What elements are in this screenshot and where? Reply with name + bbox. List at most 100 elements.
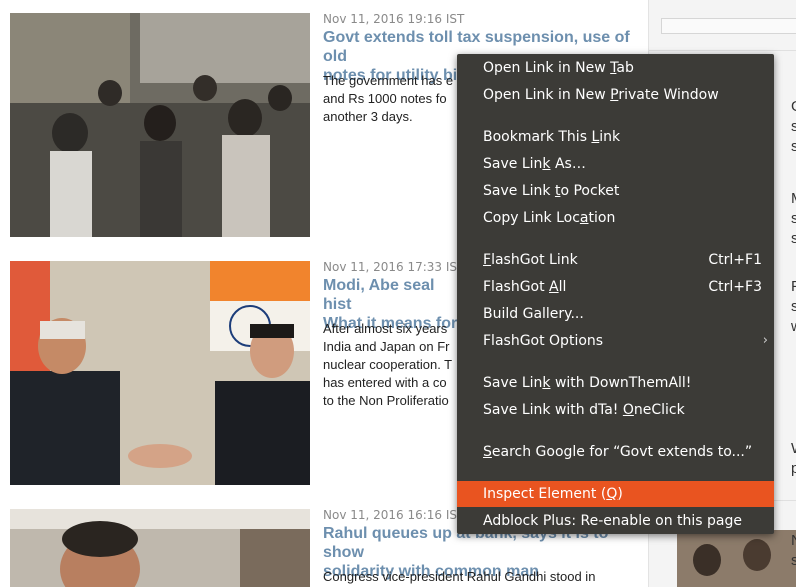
menu-label: Bookmark This Link <box>483 124 620 150</box>
summary-line: The government has e <box>323 73 454 88</box>
menu-item-save-dta-oneclick[interactable]: Save Link with dTa! OneClick <box>457 397 774 423</box>
sidebar-text: s <box>791 298 796 315</box>
access-key: k <box>542 156 551 172</box>
sidebar-text: G <box>791 98 796 115</box>
label-text: o Pocket <box>560 183 620 199</box>
article-2-timestamp: Nov 11, 2016 17:33 IST <box>323 260 465 274</box>
label-text: neClick <box>633 402 685 418</box>
context-menu: Open Link in New Tab Open Link in New Pr… <box>457 54 774 534</box>
menu-item-open-private-window[interactable]: Open Link in New Private Window <box>457 82 774 108</box>
label-text: Save Link with dTa! <box>483 402 623 418</box>
label-text: Inspect Element ( <box>483 486 607 502</box>
article-3-thumbnail[interactable] <box>10 509 310 587</box>
news-page: Nov 11, 2016 19:16 IST Govt extends toll… <box>0 0 796 587</box>
menu-label: Open Link in New Tab <box>483 55 634 81</box>
article-2-headline-line1[interactable]: Modi, Abe seal hist <box>323 276 463 314</box>
menu-item-build-gallery[interactable]: Build Gallery... <box>457 301 774 327</box>
divider <box>649 50 796 51</box>
label-text: ll <box>558 279 567 295</box>
article-1-thumbnail[interactable] <box>10 13 310 237</box>
article-2-summary: After almost six years India and Japan o… <box>323 320 452 410</box>
menu-label: Build Gallery... <box>483 301 584 327</box>
crowd-queue-image <box>10 13 310 237</box>
sidebar-text: p <box>791 460 796 477</box>
menu-item-adblock-reenable[interactable]: Adblock Plus: Re-enable on this page <box>457 508 774 534</box>
sidebar-text: s <box>791 138 796 155</box>
article-3-summary: Congress vice-president Rahul Gandhi sto… <box>323 568 595 586</box>
article-1-summary: The government has e and Rs 1000 notes f… <box>323 72 453 126</box>
summary-line: nuclear cooperation. T <box>323 357 453 372</box>
menu-item-save-downthemall[interactable]: Save Link with DownThemAll! <box>457 370 774 396</box>
menu-label: FlashGot Options <box>483 328 603 354</box>
menu-item-bookmark-link[interactable]: Bookmark This Link <box>457 124 774 150</box>
menu-label: FlashGot All <box>483 274 566 300</box>
sidebar-text: N <box>791 532 796 549</box>
summary-line: and Rs 1000 notes fo <box>323 91 447 106</box>
menu-item-flashgot-options[interactable]: FlashGot Options › <box>457 328 774 354</box>
summary-line: Congress vice-president Rahul Gandhi sto… <box>323 569 596 584</box>
menu-label: FlashGot Link <box>483 247 578 273</box>
access-key: a <box>579 210 589 226</box>
menu-item-save-link-as[interactable]: Save Link As… <box>457 151 774 177</box>
label-text: Save Lin <box>483 156 543 172</box>
label-text: FlashGot <box>483 279 550 295</box>
label-text: Adblock Plus: Re-enable on this page <box>483 513 742 529</box>
label-text: Open Link in New <box>483 60 611 76</box>
handshake-image <box>10 261 310 485</box>
sidebar-text: P <box>791 278 796 295</box>
menu-item-flashgot-all[interactable]: FlashGot All Ctrl+F3 <box>457 274 774 300</box>
menu-item-search-google[interactable]: Search Google for “Govt extends to...” <box>457 439 774 465</box>
shortcut-label: Ctrl+F1 <box>708 252 762 268</box>
sidebar-text: M <box>791 190 796 207</box>
label-text: tion <box>588 210 616 226</box>
label-text: Save Lin <box>483 375 543 391</box>
menu-item-inspect-element[interactable]: Inspect Element (Q) <box>457 481 774 507</box>
sidebar-text: W <box>791 440 796 457</box>
article-2-thumbnail[interactable] <box>10 261 310 485</box>
menu-label: Inspect Element (Q) <box>483 481 623 507</box>
label-text: Copy Link Loc <box>483 210 580 226</box>
menu-label: Save Link with dTa! OneClick <box>483 397 685 423</box>
sidebar-thumbnail[interactable] <box>677 530 796 587</box>
menu-item-copy-link-location[interactable]: Copy Link Location <box>457 205 774 231</box>
menu-label: Adblock Plus: Re-enable on this page <box>483 508 742 534</box>
menu-item-flashgot-link[interactable]: FlashGot Link Ctrl+F1 <box>457 247 774 273</box>
label-text: with DownThemAll! <box>550 375 692 391</box>
submenu-arrow-icon: › <box>762 333 768 348</box>
label-text: Open Link in New <box>483 87 611 103</box>
access-key: k <box>542 375 551 391</box>
label-text: ink <box>599 129 621 145</box>
access-key: A <box>549 279 559 295</box>
access-key: O <box>622 402 634 418</box>
access-key: S <box>483 444 492 460</box>
article-3-timestamp: Nov 11, 2016 16:16 IST <box>323 508 465 522</box>
sidebar-text: s <box>791 230 796 247</box>
menu-item-open-new-tab[interactable]: Open Link in New Tab <box>457 55 774 81</box>
sidebar-text: s <box>791 118 796 135</box>
menu-label: Open Link in New Private Window <box>483 82 719 108</box>
rahul-queue-image <box>10 509 310 587</box>
access-key: F <box>483 252 492 268</box>
menu-label: Save Link with DownThemAll! <box>483 370 691 396</box>
menu-item-save-to-pocket[interactable]: Save Link to Pocket <box>457 178 774 204</box>
menu-label: Search Google for “Govt extends to...” <box>483 439 752 465</box>
label-text: As… <box>550 156 586 172</box>
label-text: rivate Window <box>618 87 719 103</box>
label-text: ab <box>616 60 634 76</box>
summary-line: After almost six years <box>323 321 448 336</box>
menu-label: Save Link As… <box>483 151 586 177</box>
label-text: ) <box>617 486 623 502</box>
label-text: FlashGot Options <box>483 333 604 349</box>
label-text: lashGot Link <box>491 252 578 268</box>
menu-label: Copy Link Location <box>483 205 615 231</box>
sidebar-text: w <box>791 318 796 335</box>
shortcut-label: Ctrl+F3 <box>708 279 762 295</box>
label-text: earch Google for “Govt extends to...” <box>491 444 753 460</box>
sidebar-text: s <box>791 210 796 227</box>
summary-line: India and Japan on Fr <box>323 339 450 354</box>
summary-line: has entered with a co <box>323 375 447 390</box>
access-key: Q <box>606 486 618 502</box>
sidebar-search-box[interactable] <box>661 18 796 34</box>
summary-line: another 3 days. <box>323 109 413 124</box>
article-1-timestamp: Nov 11, 2016 19:16 IST <box>323 12 465 26</box>
